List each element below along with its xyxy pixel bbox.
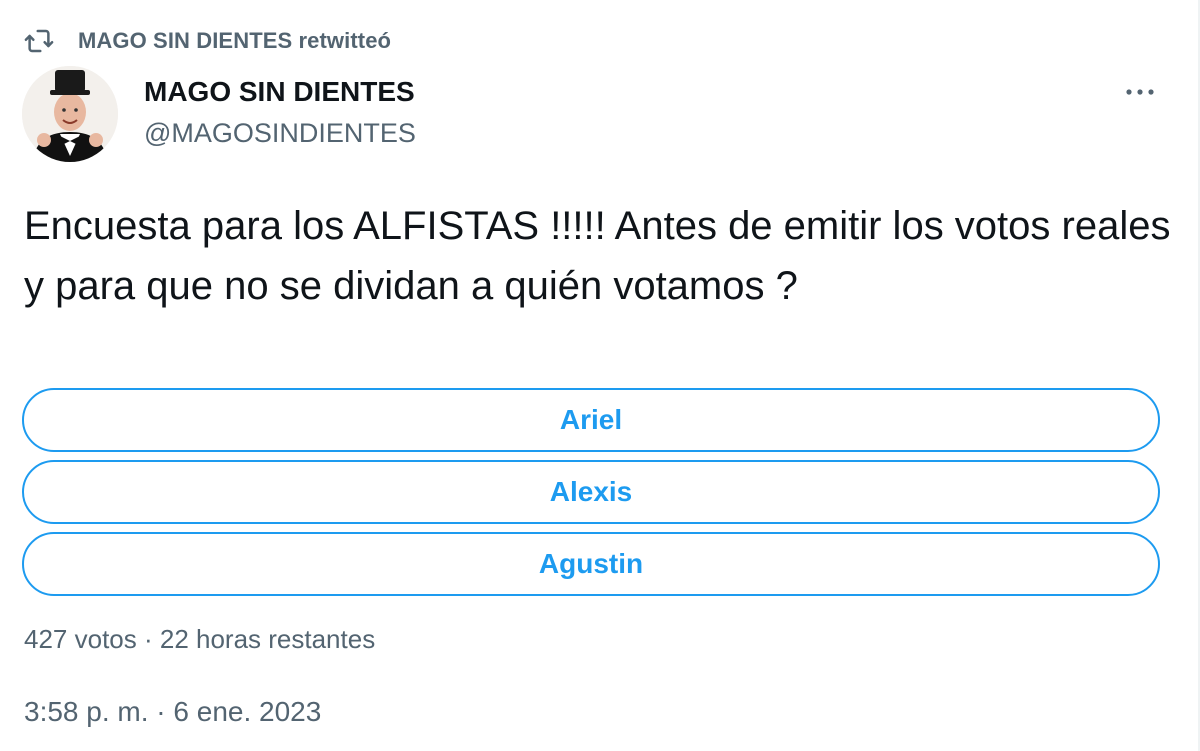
poll-option-agustin[interactable]: Agustin <box>22 532 1160 596</box>
author-handle[interactable]: @MAGOSINDIENTES <box>144 118 416 149</box>
poll-option-label: Agustin <box>538 548 644 579</box>
more-icon[interactable] <box>1118 80 1162 104</box>
tweet-timestamp[interactable]: 3:58 p. m. · 6 ene. 2023 <box>24 696 321 728</box>
retweet-label: MAGO SIN DIENTES retwitteó <box>78 28 392 53</box>
poll-option-ariel[interactable]: Ariel <box>22 388 1160 452</box>
avatar[interactable] <box>22 66 118 162</box>
retweet-header[interactable]: MAGO SIN DIENTES retwitteó <box>24 26 391 56</box>
poll-meta: 427 votos · 22 horas restantes <box>24 624 376 654</box>
tweet-text: Encuesta para los ALFISTAS !!!!! Antes d… <box>24 204 1171 308</box>
poll-option-label: Alexis <box>549 476 633 507</box>
author-display-name[interactable]: MAGO SIN DIENTES <box>144 76 415 108</box>
retweet-icon <box>24 26 54 56</box>
poll-option-alexis[interactable]: Alexis <box>22 460 1160 524</box>
tweet-card: MAGO SIN DIENTES retwitteó MAGO SIN DIEN… <box>0 0 1200 751</box>
poll-option-label: Ariel <box>559 404 623 435</box>
